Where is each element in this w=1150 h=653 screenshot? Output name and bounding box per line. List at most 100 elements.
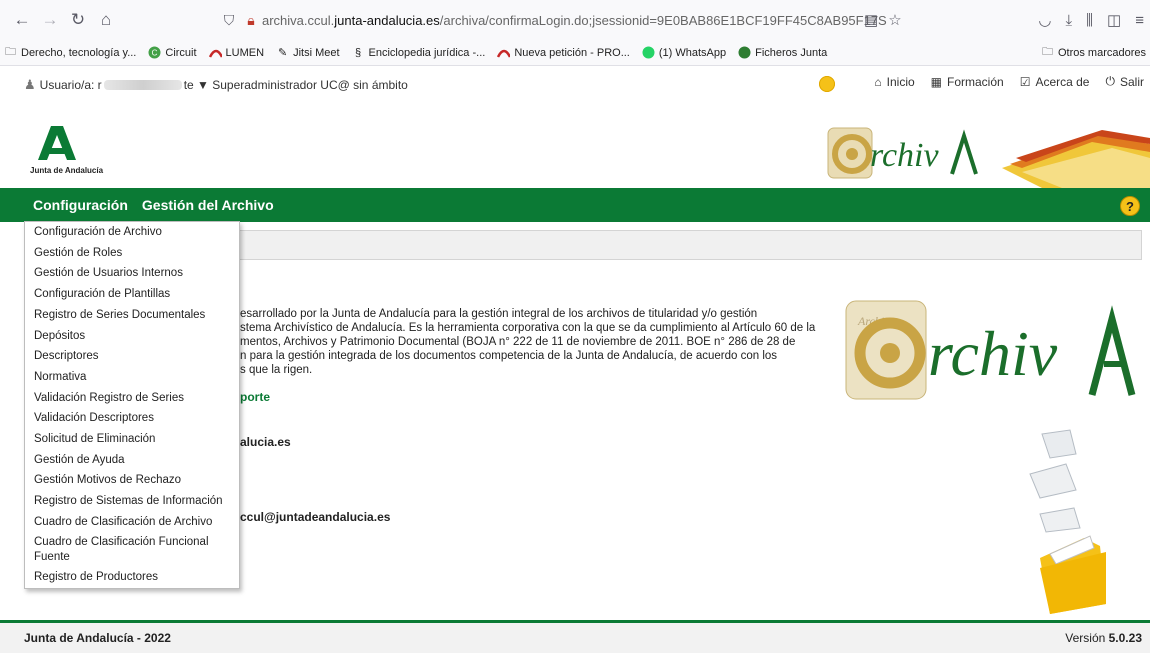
browser-toolbar: ← → ↻ ⌂ ⛉ 🔒︎ archiva.ccul. junta-andaluci… — [0, 0, 1150, 40]
url-actions: ▤ ☆ — [864, 6, 902, 34]
lumen-icon — [208, 46, 222, 59]
folders-illustration — [1002, 130, 1150, 188]
menu-item-gestion-ayuda[interactable]: Gestión de Ayuda — [25, 450, 239, 471]
menu-configuracion[interactable]: Configuración — [33, 197, 128, 213]
address-bar[interactable]: ⛉ 🔒︎ archiva.ccul. junta-andalucia.es/arc… — [218, 6, 914, 34]
bookmark-label: Derecho, tecnología y... — [21, 46, 137, 59]
junta-andalucia-logo[interactable]: Junta de Andalucía — [30, 126, 120, 176]
user-role[interactable]: te ▼ Superadministrador UC@ sin ámbito — [184, 78, 408, 92]
bookmark-derecho[interactable]: 🗀 Derecho, tecnología y... — [0, 46, 142, 59]
inicio-link[interactable]: ⌂ Inicio — [874, 75, 914, 89]
menu-gestion-archivo[interactable]: Gestión del Archivo — [142, 197, 274, 213]
menu-item-validacion-descriptores[interactable]: Validación Descriptores — [25, 408, 239, 429]
bookmarks-bar: 🗀 Derecho, tecnología y... C Circuit LUM… — [0, 40, 1150, 66]
ficheros-icon — [738, 46, 751, 59]
configuracion-dropdown: Configuración de Archivo Gestión de Role… — [24, 221, 240, 589]
salir-link[interactable]: ⏻ Salir — [1105, 74, 1144, 89]
soporte-link[interactable]: porte — [240, 390, 270, 404]
url-prefix: archiva.ccul. — [262, 12, 335, 28]
bookmark-label: Enciclopedia jurídica -... — [368, 46, 486, 59]
reader-icon[interactable]: ▤ — [864, 11, 878, 29]
lumen-icon — [497, 46, 511, 59]
svg-text:C: C — [152, 49, 158, 58]
formacion-label: Formación — [947, 74, 1004, 89]
section-icon: § — [354, 46, 362, 59]
power-icon: ⏻ — [1105, 74, 1115, 88]
bookmark-enciclopedia[interactable]: § Enciclopedia jurídica -... — [346, 46, 492, 59]
forward-arrow-icon[interactable]: → — [36, 6, 64, 34]
back-arrow-icon[interactable]: ← — [8, 6, 36, 34]
menu-item-validacion-registro-series[interactable]: Validación Registro de Series — [25, 388, 239, 409]
shield-icon[interactable]: ⛉ — [218, 12, 240, 29]
page-footer: Junta de Andalucía - 2022 Versión 5.0.23 — [0, 620, 1150, 653]
user-icon: ♟ — [24, 77, 36, 92]
menu-item-configuracion-plantillas[interactable]: Configuración de Plantillas — [25, 284, 239, 305]
lock-icon[interactable]: 🔒︎ — [240, 12, 262, 29]
footer-copyright: Junta de Andalucía - 2022 — [24, 631, 171, 645]
sidebar-icon[interactable]: ◫ — [1107, 11, 1121, 29]
bookmark-label: Otros marcadores — [1057, 46, 1146, 59]
menu-item-normativa[interactable]: Normativa — [25, 367, 239, 388]
email-line-2: ccul@juntadeandalucia.es — [240, 510, 391, 524]
archiva-logo-small: rchiv — [827, 127, 978, 179]
bookmark-whatsapp[interactable]: (1) WhatsApp — [636, 46, 732, 59]
formacion-link[interactable]: ▦ Formación — [931, 75, 1004, 89]
menu-item-registro-sistemas-informacion[interactable]: Registro de Sistemas de Información — [25, 491, 239, 512]
menu-icon[interactable]: ≡ — [1135, 12, 1144, 29]
bookmark-label: Nueva petición - PRO... — [514, 46, 630, 59]
help-button[interactable]: ? — [1120, 196, 1140, 216]
menu-item-gestion-usuarios-internos[interactable]: Gestión de Usuarios Internos — [25, 263, 239, 284]
home-icon: ⌂ — [874, 74, 882, 89]
url-suffix: /archiva/confirmaLogin.do;jsessionid=9E0… — [439, 12, 887, 28]
folder-icon: 🗀 — [5, 46, 16, 58]
papers-folder-illustration — [1029, 429, 1106, 614]
bookmark-label: (1) WhatsApp — [658, 46, 727, 59]
menu-item-descriptores[interactable]: Descriptores — [25, 346, 239, 367]
menu-item-registro-productores[interactable]: Registro de Productores — [25, 567, 239, 588]
acerca-link[interactable]: ☑ Acerca de — [1020, 75, 1090, 89]
home-icon[interactable]: ⌂ — [92, 6, 120, 34]
salir-label: Salir — [1119, 74, 1144, 89]
bookmark-circuit[interactable]: C Circuit — [142, 46, 202, 59]
intro-line: mentos, Archivos y Patrimonio Documental… — [240, 336, 796, 348]
version-label: Versión — [1065, 631, 1109, 645]
download-icon[interactable]: ⤓ — [1066, 12, 1073, 29]
menu-item-solicitud-eliminacion[interactable]: Solicitud de Eliminación — [25, 429, 239, 450]
bookmark-ficheros[interactable]: Ficheros Junta — [732, 46, 833, 59]
junta-logo-mark — [38, 126, 76, 160]
menu-item-depositos[interactable]: Depósitos — [25, 325, 239, 346]
acerca-label: Acerca de — [1035, 74, 1090, 89]
checkbox-icon: ☑ — [1019, 74, 1031, 89]
version-number: 5.0.23 — [1108, 631, 1142, 645]
intro-line: stema Archivístico de Andalucía. Es la h… — [240, 322, 816, 334]
toolbar-right: ◡ ⤓ ⫼ ◫ ≡ — [1038, 6, 1144, 34]
menu-item-gestion-roles[interactable]: Gestión de Roles — [25, 243, 239, 264]
menu-item-cuadro-clasificacion-archivo[interactable]: Cuadro de Clasificación de Archivo — [25, 512, 239, 533]
star-icon[interactable]: ☆ — [888, 11, 901, 29]
bookmark-nueva-peticion[interactable]: Nueva petición - PRO... — [491, 46, 636, 59]
reload-icon[interactable]: ↻ — [64, 6, 92, 34]
bookmark-label: Ficheros Junta — [755, 46, 828, 59]
menu-item-gestion-motivos-rechazo[interactable]: Gestión Motivos de Rechazo — [25, 470, 239, 491]
menu-item-cuadro-clasificacion-funcional[interactable]: Cuadro de Clasificación Funcional Fuente — [25, 532, 239, 567]
bookmark-label: Circuit — [165, 46, 197, 59]
circuit-icon: C — [148, 46, 161, 59]
intro-text: esarrollado por la Junta de Andalucía pa… — [240, 307, 832, 377]
menu-item-registro-series-documentales[interactable]: Registro de Series Documentales — [25, 305, 239, 326]
url-domain: junta-andalucia.es — [334, 12, 440, 28]
archiva-logo-text: rchiv — [928, 318, 1058, 389]
archiva-logo-text: rchiv — [870, 137, 940, 174]
bookmark-jitsi[interactable]: ✎ Jitsi Meet — [270, 46, 345, 60]
calendar-icon: ▦ — [930, 74, 942, 89]
intro-line: s que la rigen. — [240, 364, 313, 376]
folder-icon: 🗀 — [1041, 46, 1053, 58]
whatsapp-icon — [642, 46, 655, 59]
junta-logo-text: Junta de Andalucía — [30, 166, 104, 175]
main-menu-bar: Configuración Gestión del Archivo — [0, 188, 1150, 222]
alert-icon[interactable] — [819, 76, 835, 92]
bookmark-lumen[interactable]: LUMEN — [203, 46, 271, 59]
menu-item-configuracion-archivo[interactable]: Configuración de Archivo — [25, 222, 239, 243]
pocket-icon[interactable]: ◡ — [1038, 11, 1051, 29]
bookmark-otros-marcadores[interactable]: 🗀 Otros marcadores — [1041, 46, 1146, 59]
library-icon[interactable]: ⫼ — [1086, 12, 1093, 29]
